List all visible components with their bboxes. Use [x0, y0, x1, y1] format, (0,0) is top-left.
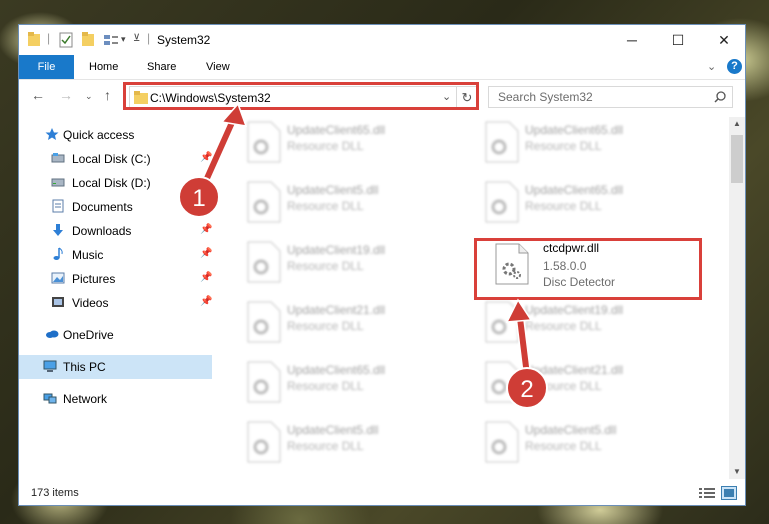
step-badge-2: 2	[506, 367, 548, 409]
arrow-1-line	[201, 116, 237, 187]
arrow-2-head	[505, 298, 533, 323]
arrow-1-head	[220, 102, 248, 127]
annotation-arrows	[199, 102, 533, 376]
step-badge-1: 1	[178, 176, 220, 218]
